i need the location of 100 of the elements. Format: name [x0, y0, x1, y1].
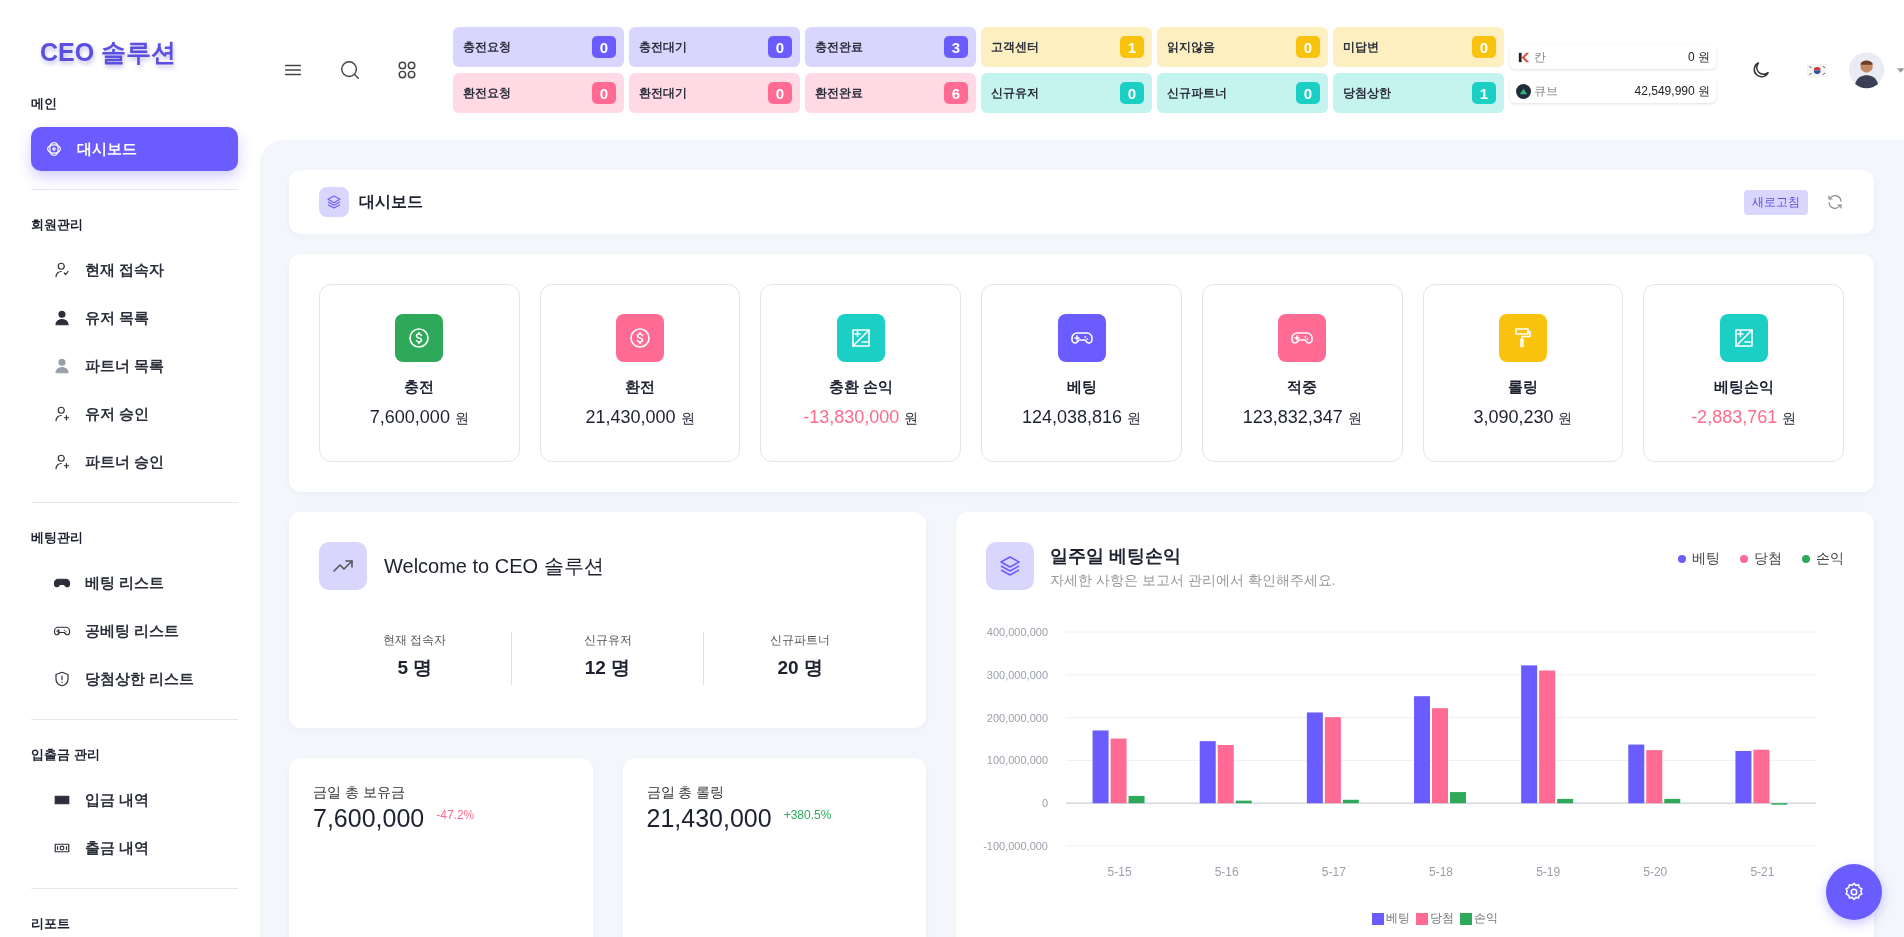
sidebar-item[interactable]: 입금 내역 — [31, 778, 238, 822]
sidebar-item[interactable]: 당첨상한 리스트 — [31, 657, 238, 701]
counter-tile[interactable]: 충전대기 0 — [629, 27, 800, 67]
count-badge: 0 — [768, 82, 792, 104]
axis-label: 5-19 — [1536, 865, 1561, 879]
count-badge: 0 — [592, 82, 616, 104]
legend-label: 당첨 — [1430, 910, 1454, 927]
unit: 원 — [1127, 410, 1142, 428]
wallet-name: 칸 — [1534, 48, 1546, 66]
counter-label: 환전요청 — [463, 84, 511, 102]
stat-value: 3,090,230 — [1473, 407, 1554, 428]
shield-icon — [53, 670, 71, 688]
count-badge: 0 — [1120, 82, 1144, 104]
metric-value: 5 명 — [397, 656, 433, 680]
stat-value: 7,600,000 — [369, 407, 450, 428]
bar — [1450, 792, 1466, 804]
sidebar-item[interactable]: 출금 내역 — [31, 826, 238, 870]
section-title: 리포트 — [31, 915, 70, 933]
counter-tile[interactable]: 당첨상한 1 — [1333, 73, 1504, 113]
wallet-name: 큐브 — [1534, 82, 1558, 100]
axis-label: 5-15 — [1107, 865, 1132, 879]
axis-label: 5-18 — [1429, 865, 1453, 879]
stat-value: -2,883,761 — [1691, 407, 1778, 428]
counter-label: 미답변 — [1343, 38, 1379, 56]
user-plus-icon — [53, 405, 71, 423]
logo: CEO 솔루션 — [40, 37, 177, 68]
user-plus-icon — [53, 453, 71, 471]
axis-label: 0 — [1041, 797, 1048, 810]
chart-subtitle: 자세한 사항은 보고서 관리에서 확인해주세요. — [1050, 572, 1336, 590]
unit: 원 — [904, 410, 919, 428]
axis-label: -100,000,000 — [983, 840, 1048, 852]
stat-label: 베팅 — [1066, 378, 1097, 397]
axis-label: 400,000,000 — [986, 626, 1048, 638]
avatar[interactable] — [1849, 51, 1885, 89]
counter-label: 충전요청 — [463, 38, 511, 56]
axis-label: 300,000,000 — [986, 668, 1048, 681]
legend-label: 손익 — [1474, 910, 1498, 927]
bar — [1199, 741, 1216, 804]
counter-tile[interactable]: 미답변 0 — [1333, 27, 1504, 67]
count-badge: 3 — [944, 36, 968, 58]
count-badge: 0 — [592, 36, 616, 58]
counter-tile[interactable]: 읽지않음 0 — [1157, 27, 1328, 67]
wallet-amount: 0 원 — [1688, 48, 1710, 66]
counter-tile[interactable]: 신규파트너 0 — [1157, 73, 1328, 113]
counter-label: 당첨상한 — [1343, 84, 1391, 102]
legend-label: 베팅 — [1386, 910, 1410, 927]
section-title: 메인 — [31, 95, 57, 113]
sidebar-item[interactable]: 베팅 리스트 — [31, 561, 238, 605]
coin-icon — [1516, 83, 1531, 99]
change-percent: +380.5% — [783, 808, 832, 822]
sidebar-item[interactable]: 유저 승인 — [31, 392, 238, 436]
count-badge: 1 — [1120, 36, 1144, 58]
counter-tile[interactable]: 고객센터 1 — [981, 27, 1152, 67]
sidebar-item[interactable]: 파트너 승인 — [31, 440, 238, 484]
unit: 원 — [680, 410, 695, 428]
refresh-icon[interactable] — [1826, 193, 1844, 211]
counter-tile[interactable]: 충전요청 0 — [453, 27, 624, 67]
counter-label: 읽지않음 — [1167, 38, 1215, 56]
section-title: 회원관리 — [31, 216, 83, 234]
stat-label: 베팅손익 — [1713, 378, 1774, 397]
atom-icon — [45, 140, 63, 158]
bar — [1735, 751, 1752, 804]
axis-label: 5-17 — [1321, 865, 1346, 879]
metric-value: 20 명 — [777, 656, 823, 680]
sidebar-item[interactable]: 현재 접속자 — [31, 248, 238, 292]
counter-tile[interactable]: 충전완료 3 — [805, 27, 976, 67]
count-badge: 6 — [944, 82, 968, 104]
counter-tile[interactable]: 환전대기 0 — [629, 73, 800, 113]
sidebar-item[interactable]: 유저 목록 — [31, 296, 238, 340]
stat-value: 21,430,000 — [585, 407, 676, 428]
stat-value: 123,832,347 — [1242, 407, 1343, 428]
sidebar-item[interactable]: 공베팅 리스트 — [31, 609, 238, 653]
unit: 원 — [454, 410, 469, 428]
unit: 원 — [1782, 410, 1797, 428]
search-icon[interactable] — [339, 59, 361, 81]
flag-icon[interactable] — [1807, 62, 1828, 78]
stat-value: 124,038,816 — [1021, 407, 1123, 428]
stat-label: 충환 손익 — [828, 378, 893, 397]
refresh-button[interactable]: 새로고침 — [1744, 189, 1808, 215]
legend-swatch — [1372, 912, 1384, 925]
counter-tile[interactable]: 환전완료 6 — [805, 73, 976, 113]
count-badge: 0 — [1296, 82, 1320, 104]
counter-tile[interactable]: 환전요청 0 — [453, 73, 624, 113]
user-icon — [53, 261, 71, 279]
caret-icon[interactable] — [1896, 67, 1904, 73]
user-icon — [53, 357, 71, 375]
layers-badge — [986, 542, 1034, 590]
axis-label: 200,000,000 — [986, 711, 1048, 724]
chart-title: 일주일 베팅손익 — [1050, 545, 1182, 568]
welcome-title: Welcome to CEO 솔루션 — [384, 553, 604, 579]
sidebar-item[interactable]: 파트너 목록 — [31, 344, 238, 388]
legend-label: 손익 — [1816, 550, 1844, 568]
trend-badge — [319, 542, 367, 590]
stat-label: 환전 — [625, 378, 656, 397]
page-title: 대시보드 — [359, 191, 423, 212]
apps-icon[interactable] — [396, 59, 418, 81]
stat-label: 적중 — [1287, 378, 1318, 397]
sidebar-item[interactable]: 대시보드 — [31, 127, 238, 171]
counter-tile[interactable]: 신규유저 0 — [981, 73, 1152, 113]
legend-swatch — [1460, 912, 1472, 925]
